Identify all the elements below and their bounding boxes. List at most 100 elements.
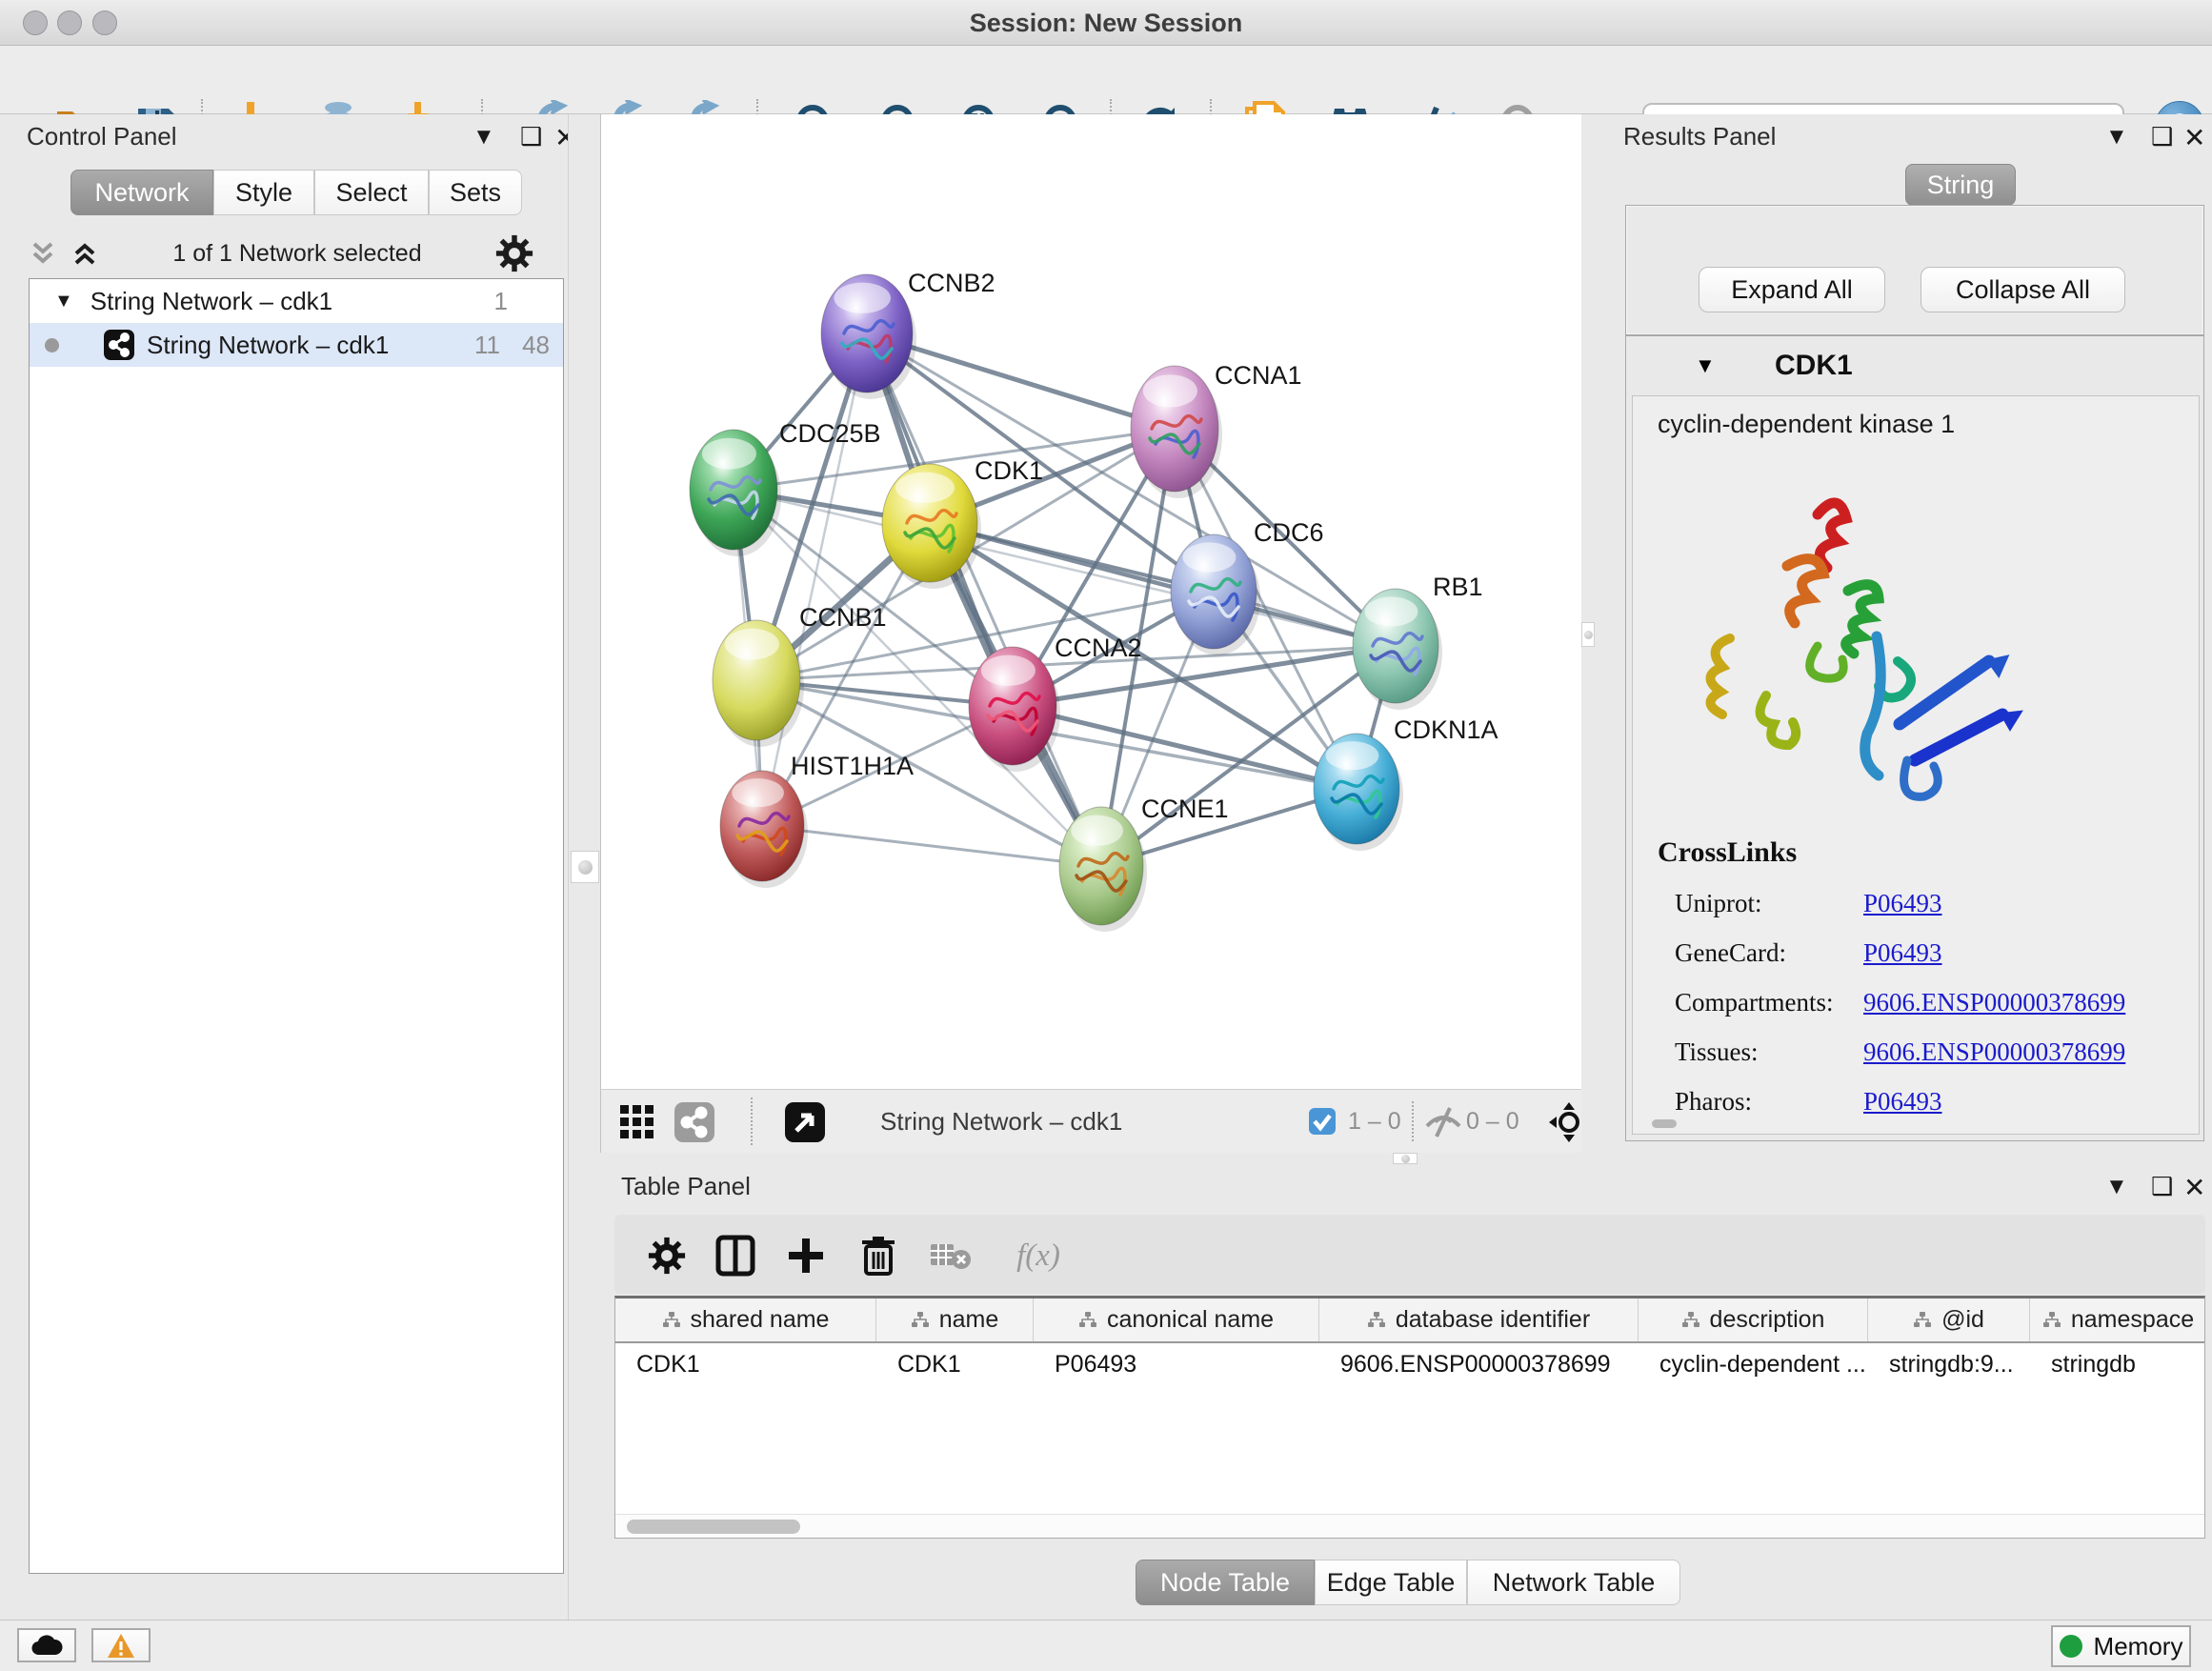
network-node-CCNA1[interactable]: CCNA1 [1131, 361, 1302, 498]
panel-divider[interactable] [568, 114, 600, 1620]
tab-sets[interactable]: Sets [429, 170, 522, 215]
table-settings-gear-icon[interactable] [645, 1234, 689, 1278]
network-canvas[interactable]: CCNB2CCNA1CDC25BCDK1CDC6RB1CCNB1CCNA2CDK… [600, 114, 1581, 1089]
cloud-status-button[interactable] [17, 1628, 76, 1662]
network-node-HIST1H1A[interactable]: HIST1H1A [720, 752, 914, 888]
close-window-icon[interactable] [23, 10, 48, 35]
warnings-button[interactable] [91, 1628, 151, 1662]
crosslink-row: Uniprot:P06493 [1658, 878, 2125, 928]
crosslink-link[interactable]: P06493 [1863, 889, 1942, 918]
table-cell[interactable]: stringdb [2030, 1351, 2205, 1379]
edge-count: 48 [522, 331, 550, 360]
network-overview-icon[interactable] [674, 1101, 715, 1143]
network-node-CCNA2[interactable]: CCNA2 [969, 634, 1142, 772]
network-node-RB1[interactable]: RB1 [1353, 573, 1483, 710]
node-label: CDKN1A [1394, 715, 1498, 744]
crosslink-link[interactable]: 9606.ENSP00000378699 [1863, 988, 2125, 1017]
table-cell[interactable]: 9606.ENSP00000378699 [1319, 1351, 1639, 1379]
selected-counts: 1 – 0 [1348, 1090, 1401, 1154]
add-column-plus-icon[interactable] [784, 1234, 828, 1278]
gear-icon[interactable] [495, 234, 533, 272]
hidden-eye-slash-icon[interactable] [1422, 1101, 1464, 1143]
panel-divider[interactable] [1581, 114, 1595, 1153]
network-node-CDKN1A[interactable]: CDKN1A [1314, 715, 1498, 851]
results-scrollbar-thumb[interactable] [1652, 1119, 1677, 1128]
selected-checkbox-icon[interactable] [1308, 1107, 1337, 1136]
crosslink-link[interactable]: P06493 [1863, 938, 1942, 968]
network-node-CCNE1[interactable]: CCNE1 [1059, 795, 1229, 932]
network-collection-label: String Network – cdk1 [90, 287, 332, 316]
tab-style[interactable]: Style [213, 170, 314, 215]
panel-menu-icon[interactable]: ▼ [2105, 124, 2128, 151]
maximize-window-icon[interactable] [92, 10, 117, 35]
table-panel-title: Table Panel [621, 1172, 751, 1201]
crosslink-label: Uniprot: [1658, 889, 1863, 918]
node-label: CCNA2 [1055, 634, 1142, 662]
divider-grip[interactable] [1581, 622, 1595, 647]
expand-all-button[interactable]: Expand All [1699, 267, 1885, 312]
node-count: 11 [474, 331, 500, 360]
tab-select[interactable]: Select [314, 170, 429, 215]
network-edge[interactable] [762, 826, 1101, 866]
tree-expand-icon[interactable]: ▼ [54, 291, 73, 312]
tab-network[interactable]: Network [70, 170, 213, 215]
network-row[interactable]: String Network – cdk1 11 48 [30, 323, 563, 367]
crosslink-link[interactable]: 9606.ENSP00000378699 [1863, 1037, 2125, 1067]
collapse-all-button[interactable]: Collapse All [1920, 267, 2125, 312]
panel-float-icon[interactable]: ❑ [2151, 122, 2173, 151]
panel-divider[interactable] [600, 1153, 2212, 1164]
delete-column-trash-icon[interactable] [856, 1234, 900, 1278]
memory-button[interactable]: Memory [2051, 1625, 2191, 1667]
table-cell[interactable]: CDK1 [876, 1351, 1034, 1379]
network-view-title: String Network – cdk1 [880, 1090, 1122, 1154]
collection-count: 1 [494, 287, 508, 316]
column-header-label: namespace [2071, 1306, 2194, 1334]
open-in-new-window-icon[interactable] [784, 1101, 826, 1143]
divider-grip[interactable] [1393, 1153, 1418, 1164]
network-edge[interactable] [867, 333, 1101, 866]
show-columns-icon[interactable] [714, 1234, 757, 1278]
panel-menu-icon[interactable]: ▼ [2105, 1174, 2128, 1200]
panel-close-icon[interactable]: ✕ [2183, 122, 2205, 153]
table-panel: Table Panel ▼ ❑ ✕ f(x) shared namenameca… [600, 1164, 2212, 1620]
panel-float-icon[interactable]: ❑ [520, 122, 542, 151]
column-header--id[interactable]: @id [1868, 1299, 2030, 1341]
minimize-window-icon[interactable] [57, 10, 82, 35]
network-graph[interactable]: CCNB2CCNA1CDC25BCDK1CDC6RB1CCNB1CCNA2CDK… [601, 114, 1582, 1089]
column-header-name[interactable]: name [876, 1299, 1034, 1341]
column-header-canonical-name[interactable]: canonical name [1034, 1299, 1319, 1341]
section-collapse-icon[interactable]: ▼ [1695, 353, 1716, 378]
table-header-row: shared namenamecanonical namedatabase id… [615, 1299, 2204, 1343]
column-header-database-identifier[interactable]: database identifier [1319, 1299, 1639, 1341]
panel-float-icon[interactable]: ❑ [2151, 1172, 2173, 1201]
table-cell[interactable]: P06493 [1034, 1351, 1319, 1379]
tab-string[interactable]: String [1905, 164, 2016, 206]
toolbar-separator [1412, 1101, 1414, 1141]
expand-all-icon[interactable] [70, 238, 99, 269]
table-row[interactable]: CDK1CDK1P064939606.ENSP00000378699cyclin… [615, 1343, 2204, 1385]
column-header-shared-name[interactable]: shared name [615, 1299, 876, 1341]
network-node-CDC25B[interactable]: CDC25B [690, 419, 881, 556]
column-header-namespace[interactable]: namespace [2030, 1299, 2205, 1341]
tab-network-table[interactable]: Network Table [1467, 1560, 1680, 1605]
panel-menu-icon[interactable]: ▼ [473, 124, 495, 151]
table-cell[interactable]: CDK1 [615, 1351, 876, 1379]
network-edge[interactable] [930, 523, 1396, 646]
delete-table-icon[interactable] [929, 1234, 973, 1278]
scrollbar-thumb[interactable] [627, 1520, 800, 1534]
divider-grip[interactable] [571, 851, 599, 883]
tab-node-table[interactable]: Node Table [1136, 1560, 1315, 1605]
table-cell[interactable]: cyclin-dependent ... [1639, 1351, 1868, 1379]
column-header-description[interactable]: description [1639, 1299, 1868, 1341]
crosslink-link[interactable]: P06493 [1863, 1087, 1942, 1117]
table-h-scrollbar[interactable] [615, 1514, 2204, 1538]
network-node-CDC6[interactable]: CDC6 [1171, 518, 1324, 655]
table-cell[interactable]: stringdb:9... [1868, 1351, 2030, 1379]
panel-close-icon[interactable]: ✕ [2183, 1172, 2205, 1203]
collapse-all-icon[interactable] [29, 238, 57, 269]
function-builder-icon[interactable]: f(x) [995, 1234, 1081, 1278]
tab-edge-table[interactable]: Edge Table [1315, 1560, 1467, 1605]
network-node-CCNB2[interactable]: CCNB2 [821, 269, 995, 399]
birds-eye-view-icon[interactable] [616, 1101, 658, 1143]
network-collection-row[interactable]: ▼ String Network – cdk1 1 [30, 279, 563, 323]
